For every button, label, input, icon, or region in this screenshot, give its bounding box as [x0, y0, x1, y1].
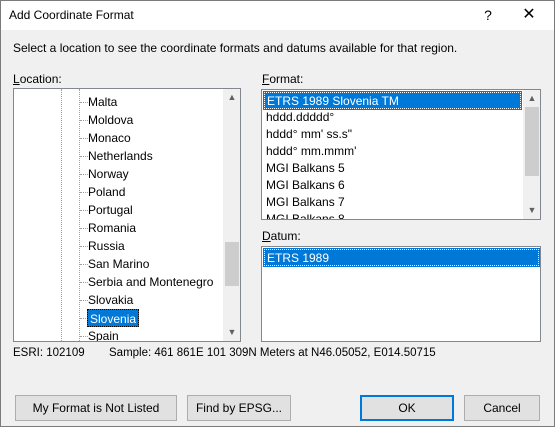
tree-guide-line: [61, 89, 62, 341]
location-item[interactable]: Slovenia: [87, 309, 140, 327]
format-list[interactable]: ETRS 1989 Slovenia TM hddd.ddddd° hddd° mm…: [261, 89, 541, 220]
format-item[interactable]: hddd.ddddd°: [264, 109, 334, 126]
tree-connector: [80, 264, 88, 265]
location-item[interactable]: Netherlands: [88, 147, 153, 165]
tree-connector: [80, 192, 88, 193]
datum-item[interactable]: ETRS 1989: [263, 248, 540, 267]
my-format-not-listed-button[interactable]: My Format is Not Listed: [15, 395, 177, 421]
location-item[interactable]: San Marino: [88, 255, 149, 273]
location-item[interactable]: Poland: [88, 183, 125, 201]
tree-connector: [80, 210, 88, 211]
scroll-down-icon[interactable]: ▼: [524, 202, 540, 219]
help-button[interactable]: ?: [477, 5, 499, 25]
esri-code: ESRI: 102109: [13, 347, 85, 359]
tree-connector: [80, 174, 88, 175]
format-item[interactable]: MGI Balkans 6: [264, 177, 345, 194]
tree-connector: [80, 246, 88, 247]
location-item[interactable]: Spain: [88, 327, 119, 341]
format-item[interactable]: hddd° mm' ss.s": [264, 126, 352, 143]
scroll-down-icon[interactable]: ▼: [224, 324, 240, 341]
cancel-button[interactable]: Cancel: [464, 395, 540, 421]
location-scrollbar[interactable]: ▲ ▼: [223, 89, 240, 341]
location-item[interactable]: Serbia and Montenegro: [88, 273, 213, 291]
datum-label: Datum:: [262, 229, 301, 243]
format-item[interactable]: ETRS 1989 Slovenia TM: [263, 91, 522, 110]
instructions-text: Select a location to see the coordinate …: [13, 41, 458, 55]
add-coordinate-format-dialog: Add Coordinate Format ? ✕ Select a locat…: [0, 0, 555, 427]
location-item[interactable]: Russia: [88, 237, 125, 255]
tree-connector: [80, 282, 88, 283]
sample-text: Sample: 461 861E 101 309N Meters at N46.…: [109, 347, 436, 359]
find-by-epsg-button[interactable]: Find by EPSG...: [187, 395, 291, 421]
format-item[interactable]: MGI Balkans 7: [264, 194, 345, 211]
title-bar: Add Coordinate Format ? ✕: [1, 1, 554, 30]
window-title: Add Coordinate Format: [9, 8, 134, 22]
scroll-up-icon[interactable]: ▲: [524, 90, 540, 107]
format-item[interactable]: MGI Balkans 8: [264, 211, 345, 219]
location-item[interactable]: Norway: [88, 165, 129, 183]
format-label: Format:: [262, 72, 304, 86]
ok-button[interactable]: OK: [360, 395, 454, 421]
tree-connector: [80, 156, 88, 157]
format-item[interactable]: MGI Balkans 5: [264, 160, 345, 177]
tree-connector: [80, 336, 88, 337]
location-item[interactable]: Romania: [88, 219, 136, 237]
format-scrollbar[interactable]: ▲ ▼: [523, 90, 540, 219]
tree-connector: [80, 228, 88, 229]
datum-list[interactable]: ETRS 1989: [261, 246, 541, 342]
tree-connector: [80, 120, 88, 121]
location-tree[interactable]: Malta Moldova Monaco Netherlands Norway Polan…: [13, 88, 241, 342]
scroll-thumb[interactable]: [225, 242, 239, 286]
location-item[interactable]: Malta: [88, 93, 117, 111]
scroll-up-icon[interactable]: ▲: [224, 89, 240, 106]
scroll-thumb[interactable]: [525, 107, 539, 176]
format-item[interactable]: hddd° mm.mmm': [264, 143, 356, 160]
location-item[interactable]: Slovakia: [88, 291, 133, 309]
tree-connector: [80, 300, 88, 301]
location-item[interactable]: Monaco: [88, 129, 131, 147]
tree-connector: [80, 102, 88, 103]
tree-connector: [80, 138, 88, 139]
location-label: Location:: [13, 72, 62, 86]
location-item[interactable]: Portugal: [88, 201, 133, 219]
tree-guide-line: [79, 89, 80, 341]
location-item[interactable]: Moldova: [88, 111, 133, 129]
close-button[interactable]: ✕: [517, 5, 541, 25]
